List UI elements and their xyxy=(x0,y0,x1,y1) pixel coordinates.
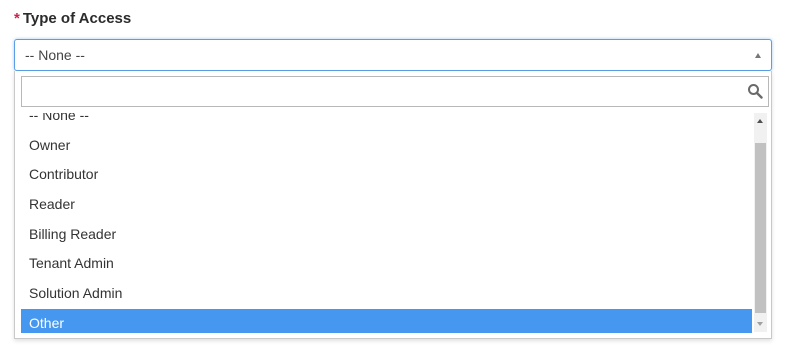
option-owner[interactable]: Owner xyxy=(21,131,752,161)
select-value: -- None -- xyxy=(25,47,85,63)
option-tenant-admin[interactable]: Tenant Admin xyxy=(21,249,752,279)
option-contributor[interactable]: Contributor xyxy=(21,160,752,190)
option-other[interactable]: Other xyxy=(21,308,752,333)
option-billing-reader[interactable]: Billing Reader xyxy=(21,220,752,250)
search-input[interactable] xyxy=(22,77,742,106)
required-marker: * xyxy=(14,10,20,27)
scrollbar-thumb[interactable] xyxy=(755,143,766,313)
options-list: -- None -- Owner Contributor Reader Bill… xyxy=(21,113,752,333)
select-dropdown: -- None -- Owner Contributor Reader Bill… xyxy=(14,71,772,339)
field-label-text: Type of Access xyxy=(22,10,132,27)
caret-up-icon xyxy=(755,53,761,58)
option-reader[interactable]: Reader xyxy=(21,190,752,220)
field-label: * Type of Access xyxy=(14,10,131,27)
scroll-down-arrow-icon[interactable] xyxy=(757,322,763,326)
options-scrollbar[interactable] xyxy=(754,113,767,332)
option-none[interactable]: -- None -- xyxy=(21,113,752,131)
scroll-up-arrow-icon[interactable] xyxy=(757,119,763,123)
search-field[interactable] xyxy=(21,76,769,107)
type-of-access-select[interactable]: -- None -- xyxy=(14,39,772,71)
search-icon xyxy=(748,84,763,99)
option-solution-admin[interactable]: Solution Admin xyxy=(21,279,752,309)
